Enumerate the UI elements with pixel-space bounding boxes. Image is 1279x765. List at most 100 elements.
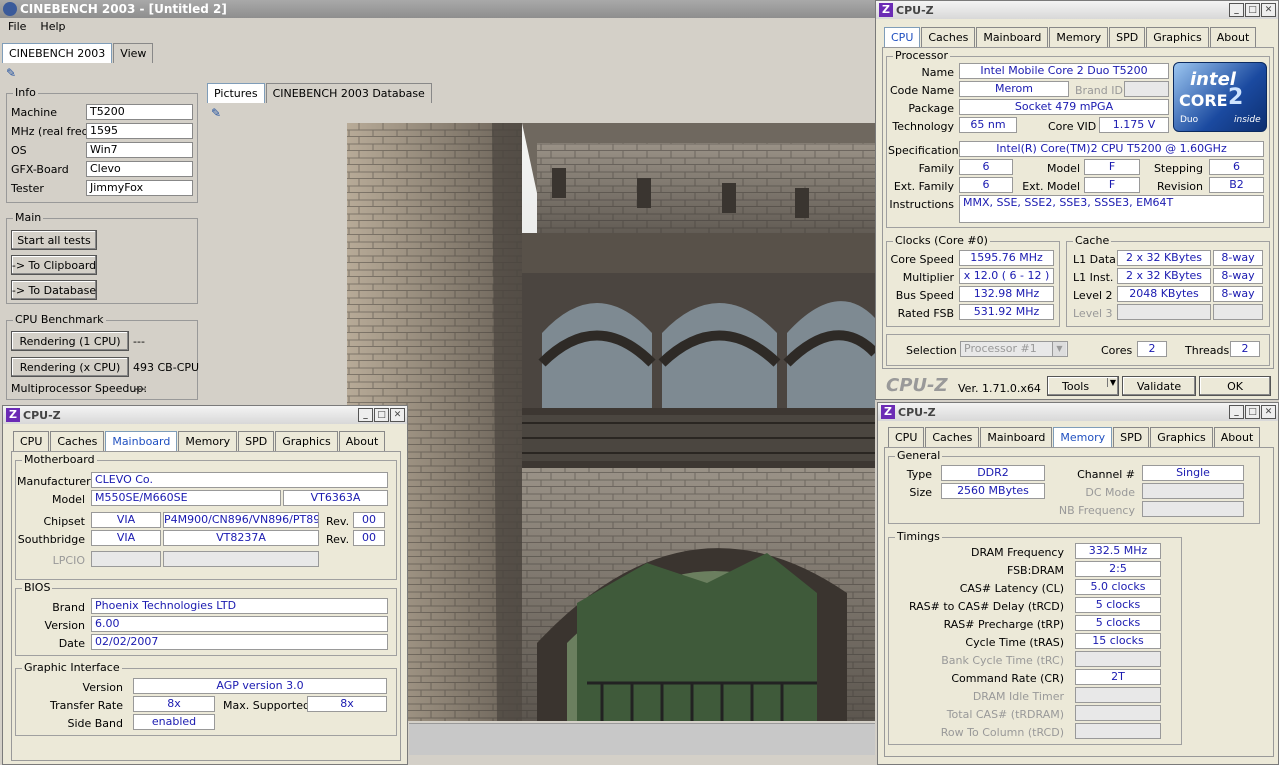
view-pin-icon[interactable]: ✎ [211,106,221,120]
core-vid-label: Core VID [1048,120,1097,133]
menu-file[interactable]: File [8,20,26,38]
southbridge-value-2: VT8237A [163,530,319,546]
l1-data-value: 2 x 32 KBytes [1117,250,1211,266]
tab-spd[interactable]: SPD [1109,27,1146,47]
bios-label: BIOS [22,581,53,594]
timing-value [1075,651,1161,667]
rendering-xcpu-button[interactable]: Rendering (x CPU) [11,357,129,377]
intel-core2-logo: intel CORE 2 Duo inside [1173,62,1267,132]
pin-icon[interactable]: ✎ [6,66,16,80]
menu-help[interactable]: Help [40,20,65,38]
tab-memory[interactable]: Memory [178,431,238,451]
cpuz-mb-tabs: CPU Caches Mainboard Memory SPD Graphics… [13,431,386,451]
os-label: OS [11,144,27,157]
tab-cpu[interactable]: CPU [13,431,50,451]
mhz-input[interactable]: 1595 [86,123,193,139]
tab-spd[interactable]: SPD [1113,427,1150,447]
lpcio-value-2 [163,551,319,567]
bios-version-label: Version [44,619,85,632]
southbridge-label: Southbridge [17,533,85,546]
tab-caches[interactable]: Caches [925,427,980,447]
timing-label: DRAM Idle Timer [972,690,1064,703]
processor-label: Processor [893,49,950,62]
gfx-input[interactable]: Clevo [86,161,193,177]
tab-about[interactable]: About [1213,427,1261,447]
speedup-label: Multiprocessor Speedup: [11,382,148,395]
tab-caches[interactable]: Caches [921,27,976,47]
version-text: Ver. 1.71.0.x64 [958,382,1041,395]
machine-input[interactable]: T5200 [86,104,193,120]
intel-inside-text: inside [1234,115,1261,125]
cpuz-mem-titlebar: Z CPU-Z _ □ ✕ [878,403,1278,421]
timing-label: DRAM Frequency [970,546,1064,559]
tab-memory[interactable]: Memory [1049,27,1109,47]
cpuz-mem-tabs: CPU Caches Mainboard Memory SPD Graphics… [888,427,1261,447]
maximize-button[interactable]: □ [1245,405,1260,419]
chipset-value-2: P4M900/CN896/VN896/PT890 [163,512,319,528]
tab-about[interactable]: About [1209,27,1257,47]
minimize-button[interactable]: _ [1229,3,1244,17]
tab-graphics[interactable]: Graphics [1150,427,1213,447]
rendering-1cpu-button[interactable]: Rendering (1 CPU) [11,331,129,351]
timing-value [1075,723,1161,739]
side-band-value: enabled [133,714,215,730]
tester-input[interactable]: JimmyFox [86,180,193,196]
tools-button[interactable]: Tools ▼ [1047,376,1119,396]
general-label: General [895,449,943,462]
tab-graphics[interactable]: Graphics [275,431,338,451]
cinebench-app-icon [3,2,17,16]
minimize-button[interactable]: _ [1229,405,1244,419]
ok-button[interactable]: OK [1199,376,1271,396]
instructions-label: Instructions [889,198,954,211]
timing-label: CAS# Latency (CL) [959,582,1064,595]
minimize-button[interactable]: _ [358,408,373,422]
close-button[interactable]: ✕ [1261,3,1276,17]
tab-mainboard[interactable]: Mainboard [105,431,178,451]
tab-cpu[interactable]: CPU [888,427,925,447]
render-view [347,123,875,721]
tab-memory[interactable]: Memory [1053,427,1113,447]
level2-value: 2048 KBytes [1117,286,1211,302]
processor-select[interactable]: Processor #1 ▼ [960,341,1068,357]
tab-caches[interactable]: Caches [50,431,105,451]
cpuz-z-icon: Z [6,408,20,422]
tab-cpu[interactable]: CPU [884,27,921,47]
tab-mainboard[interactable]: Mainboard [976,27,1049,47]
tab-view[interactable]: View [113,43,154,63]
tab-database[interactable]: CINEBENCH 2003 Database [265,83,432,103]
tab-mainboard[interactable]: Mainboard [980,427,1053,447]
tab-graphics[interactable]: Graphics [1146,27,1209,47]
tab-about[interactable]: About [338,431,386,451]
core-speed-label: Core Speed [890,253,954,266]
tab-spd[interactable]: SPD [238,431,275,451]
ext-family-value: 6 [959,177,1013,193]
to-clipboard-button[interactable]: -> To Clipboard [11,255,97,275]
chipset-label: Chipset [43,515,85,528]
intel-duo-text: Duo [1180,115,1199,125]
revision-value: B2 [1209,177,1264,193]
to-database-button[interactable]: -> To Database [11,280,97,300]
timing-value: 2:5 [1075,561,1161,577]
start-all-tests-button[interactable]: Start all tests [11,230,97,250]
family-value: 6 [959,159,1013,175]
cpuz-cpu-titlebar: Z CPU-Z _ □ ✕ [876,1,1278,19]
maximize-button[interactable]: □ [374,408,389,422]
cpuz-cpu-tabs: CPU Caches Mainboard Memory SPD Graphics… [884,27,1257,47]
name-value: Intel Mobile Core 2 Duo T5200 [959,63,1169,79]
close-button[interactable]: ✕ [1261,405,1276,419]
close-button[interactable]: ✕ [390,408,405,422]
threads-label: Threads [1185,344,1230,357]
level2-label: Level 2 [1073,289,1113,302]
timing-label: RAS# Precharge (tRP) [943,618,1064,631]
ext-model-label: Ext. Model [1022,180,1080,193]
os-input[interactable]: Win7 [86,142,193,158]
timing-value: 5.0 clocks [1075,579,1161,595]
tab-cinebench[interactable]: CINEBENCH 2003 [2,43,113,63]
tab-pictures[interactable]: Pictures [207,83,265,103]
validate-button[interactable]: Validate [1122,376,1196,396]
maximize-button[interactable]: □ [1245,3,1260,17]
timing-label: Command Rate (CR) [951,672,1064,685]
render-scrollbar[interactable] [409,723,875,755]
model-label: Model [51,493,85,506]
mhz-label: MHz (real freq.) [11,125,97,138]
